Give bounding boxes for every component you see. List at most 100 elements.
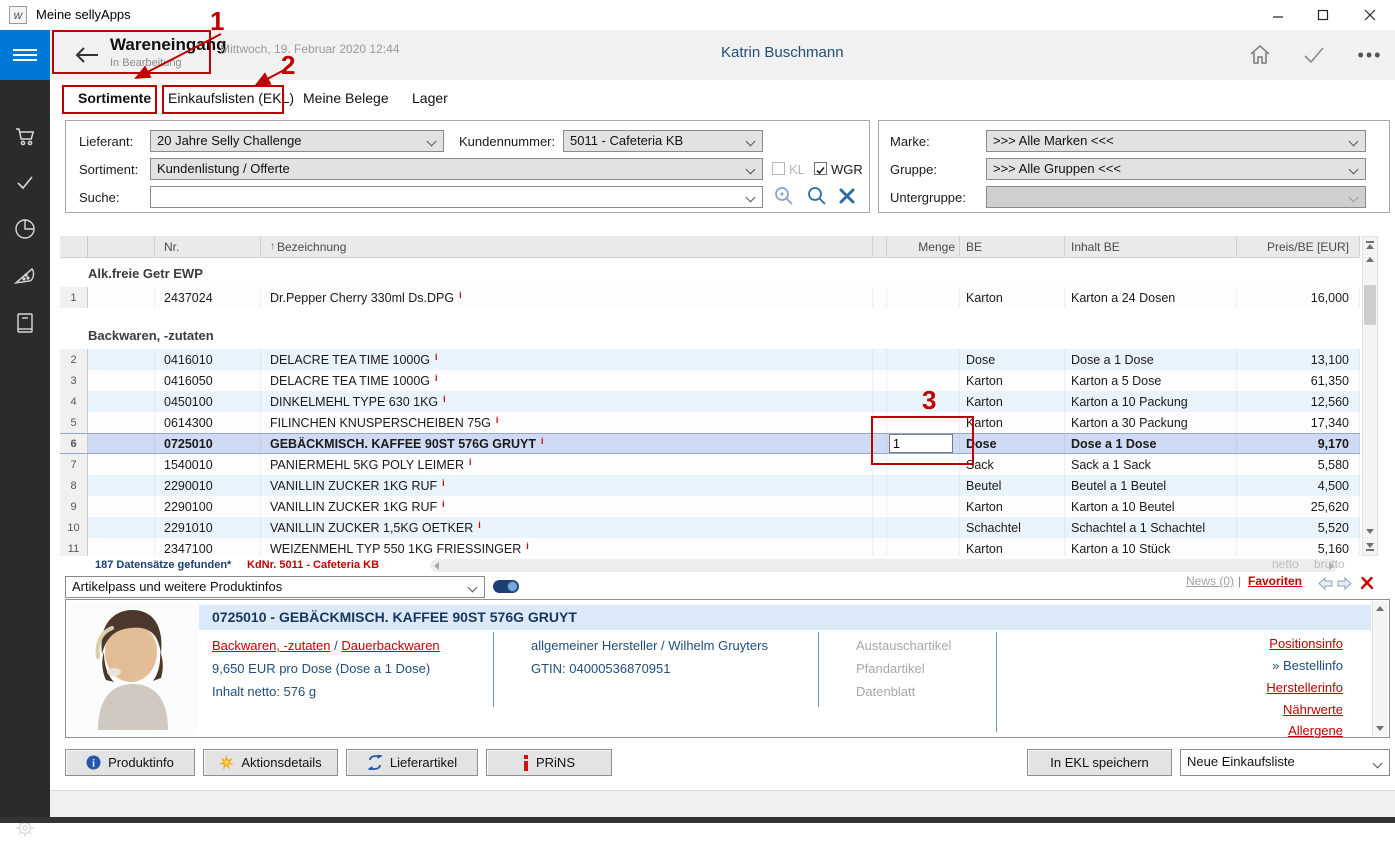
scroll-to-bottom-button[interactable]	[1363, 540, 1377, 555]
sidebar-item-statistics[interactable]	[0, 211, 50, 247]
category-link[interactable]: Backwaren, -zutaten	[212, 638, 331, 653]
header-nr[interactable]: Nr.	[155, 236, 261, 257]
search-button[interactable]	[806, 185, 828, 212]
brutto-toggle[interactable]: brutto	[1314, 557, 1345, 571]
article-info-marker[interactable]: i	[442, 499, 445, 509]
article-info-marker[interactable]: i	[541, 436, 544, 446]
panel-scroll-down[interactable]	[1373, 721, 1387, 736]
scroll-up-button[interactable]	[1363, 252, 1377, 267]
header-menge[interactable]: Menge	[887, 236, 960, 257]
preis-cell: 13,100	[1237, 349, 1360, 370]
table-row[interactable]: 92290100VANILLIN ZUCKER 1KG RUFiKartonKa…	[60, 496, 1360, 517]
blank-cell	[88, 454, 155, 475]
infopanel-select[interactable]: Artikelpass und weitere Produktinfos	[65, 576, 485, 598]
table-vertical-scrollbar[interactable]	[1362, 236, 1378, 556]
table-row[interactable]: 60725010GEBÄCKMISCH. KAFFEE 90ST 576G GR…	[60, 433, 1360, 454]
table-row[interactable]: 30416050DELACRE TEA TIME 1000GiKartonKar…	[60, 370, 1360, 391]
menge-input[interactable]	[889, 434, 953, 453]
table-horizontal-scrollbar[interactable]	[430, 559, 1338, 572]
positionsinfo-link[interactable]: Positionsinfo	[1269, 636, 1343, 651]
naehrwerte-link[interactable]: Nährwerte	[1283, 702, 1343, 717]
article-info-marker[interactable]: i	[526, 541, 529, 551]
home-button[interactable]	[1246, 41, 1274, 69]
sidebar-item-cart[interactable]	[0, 118, 50, 154]
suche-input[interactable]	[150, 186, 763, 208]
sortiment-select[interactable]: Kundenlistung / Offerte	[150, 158, 763, 180]
table-row[interactable]: 112347100WEIZENMEHL TYP 550 1KG FRIESSIN…	[60, 538, 1360, 556]
in-ekl-speichern-button[interactable]: In EKL speichern	[1027, 749, 1172, 776]
produktinfo-button[interactable]: i Produktinfo	[65, 749, 195, 776]
article-info-marker[interactable]: i	[469, 457, 472, 467]
tab-sortimente[interactable]: Sortimente	[78, 90, 151, 106]
herstellerinfo-link[interactable]: Herstellerinfo	[1266, 680, 1343, 695]
article-info-marker[interactable]: i	[459, 290, 462, 300]
header-bezeichnung[interactable]: ↑Bezeichnung	[261, 236, 873, 257]
header-inhalt-be[interactable]: Inhalt BE	[1065, 236, 1237, 257]
tab-einkaufslisten[interactable]: Einkaufslisten (EKL)	[168, 90, 294, 106]
clear-search-button[interactable]	[838, 187, 856, 210]
article-info-marker[interactable]: i	[478, 520, 481, 530]
marke-select[interactable]: >>> Alle Marken <<<	[986, 130, 1366, 152]
scroll-left-icon[interactable]	[434, 562, 439, 570]
panel-scroll-up[interactable]	[1373, 601, 1387, 616]
minimize-button[interactable]	[1261, 0, 1295, 30]
table-row[interactable]: 40450100DINKELMEHL TYPE 630 1KGiKartonKa…	[60, 391, 1360, 412]
favoriten-link[interactable]: Favoriten	[1248, 574, 1302, 588]
header-preis[interactable]: Preis/BE [EUR]	[1237, 236, 1360, 257]
preis-cell: 5,520	[1237, 517, 1360, 538]
back-button[interactable]	[72, 40, 102, 70]
close-infopanel-button[interactable]	[1360, 576, 1374, 595]
table-row[interactable]: 12437024Dr.Pepper Cherry 330ml Ds.DPGiKa…	[60, 287, 1360, 308]
allergene-link[interactable]: Allergene	[1288, 723, 1343, 738]
article-info-marker[interactable]: i	[435, 352, 438, 362]
lieferartikel-button[interactable]: Lieferartikel	[346, 749, 478, 776]
maximize-button[interactable]	[1306, 0, 1340, 30]
more-button[interactable]: •••	[1356, 41, 1384, 69]
table-row[interactable]: 82290010VANILLIN ZUCKER 1KG RUFiBeutelBe…	[60, 475, 1360, 496]
pizza-icon	[13, 264, 37, 288]
wgr-checkbox[interactable]	[814, 162, 827, 175]
sidebar-item-tasks[interactable]	[0, 164, 50, 200]
menge-cell	[887, 496, 960, 517]
table-row[interactable]: 50614300FILINCHEN KNUSPERSCHEIBEN 75GiKa…	[60, 412, 1360, 433]
kundennummer-select[interactable]: 5011 - Cafeteria KB	[563, 130, 763, 152]
subcategory-link[interactable]: Dauerbackwaren	[341, 638, 439, 653]
panel-scrollbar[interactable]	[1372, 601, 1388, 736]
lieferant-select[interactable]: 20 Jahre Selly Challenge	[150, 130, 444, 152]
prins-button[interactable]: PRiNS	[486, 749, 612, 776]
scrollbar-thumb[interactable]	[1364, 285, 1376, 325]
news-link[interactable]: News (0)	[1186, 574, 1234, 588]
article-info-marker[interactable]: i	[435, 373, 438, 383]
table-row[interactable]: 20416010DELACRE TEA TIME 1000GiDoseDose …	[60, 349, 1360, 370]
netto-toggle[interactable]: netto	[1272, 557, 1299, 571]
article-info-marker[interactable]: i	[443, 394, 446, 404]
prev-article-button[interactable]	[1318, 577, 1333, 595]
preis-cell: 61,350	[1237, 370, 1360, 391]
article-info-marker[interactable]: i	[496, 415, 499, 425]
neue-einkaufsliste-select[interactable]: Neue Einkaufsliste	[1180, 749, 1390, 776]
scroll-down-button[interactable]	[1363, 524, 1377, 539]
gruppe-select[interactable]: >>> Alle Gruppen <<<	[986, 158, 1366, 180]
sidebar-item-catalog[interactable]	[0, 305, 50, 341]
header-be[interactable]: BE	[960, 236, 1065, 257]
arrow-right-icon	[1337, 577, 1352, 590]
settings-button[interactable]	[0, 810, 50, 846]
infopanel-toggle[interactable]	[493, 580, 519, 593]
sidebar-item-pizza[interactable]	[0, 258, 50, 294]
next-article-button[interactable]	[1337, 577, 1352, 595]
scroll-to-top-button[interactable]	[1363, 237, 1377, 252]
menu-button[interactable]	[0, 30, 50, 80]
row-number: 9	[60, 496, 88, 517]
table-row[interactable]: 102291010VANILLIN ZUCKER 1,5KG OETKERiSc…	[60, 517, 1360, 538]
close-button[interactable]	[1353, 0, 1387, 30]
tab-lager[interactable]: Lager	[412, 90, 448, 106]
search-special-button[interactable]	[773, 185, 795, 212]
bestellinfo-link[interactable]: » Bestellinfo	[1272, 658, 1343, 673]
article-number-cell: 2291010	[155, 517, 261, 538]
tab-meine-belege[interactable]: Meine Belege	[303, 90, 389, 106]
article-info-marker[interactable]: i	[442, 478, 445, 488]
confirm-button[interactable]	[1300, 41, 1328, 69]
kl-checkbox[interactable]	[772, 162, 785, 175]
table-row[interactable]: 71540010PANIERMEHL 5KG POLY LEIMERiSackS…	[60, 454, 1360, 475]
aktionsdetails-button[interactable]: Aktionsdetails	[203, 749, 338, 776]
